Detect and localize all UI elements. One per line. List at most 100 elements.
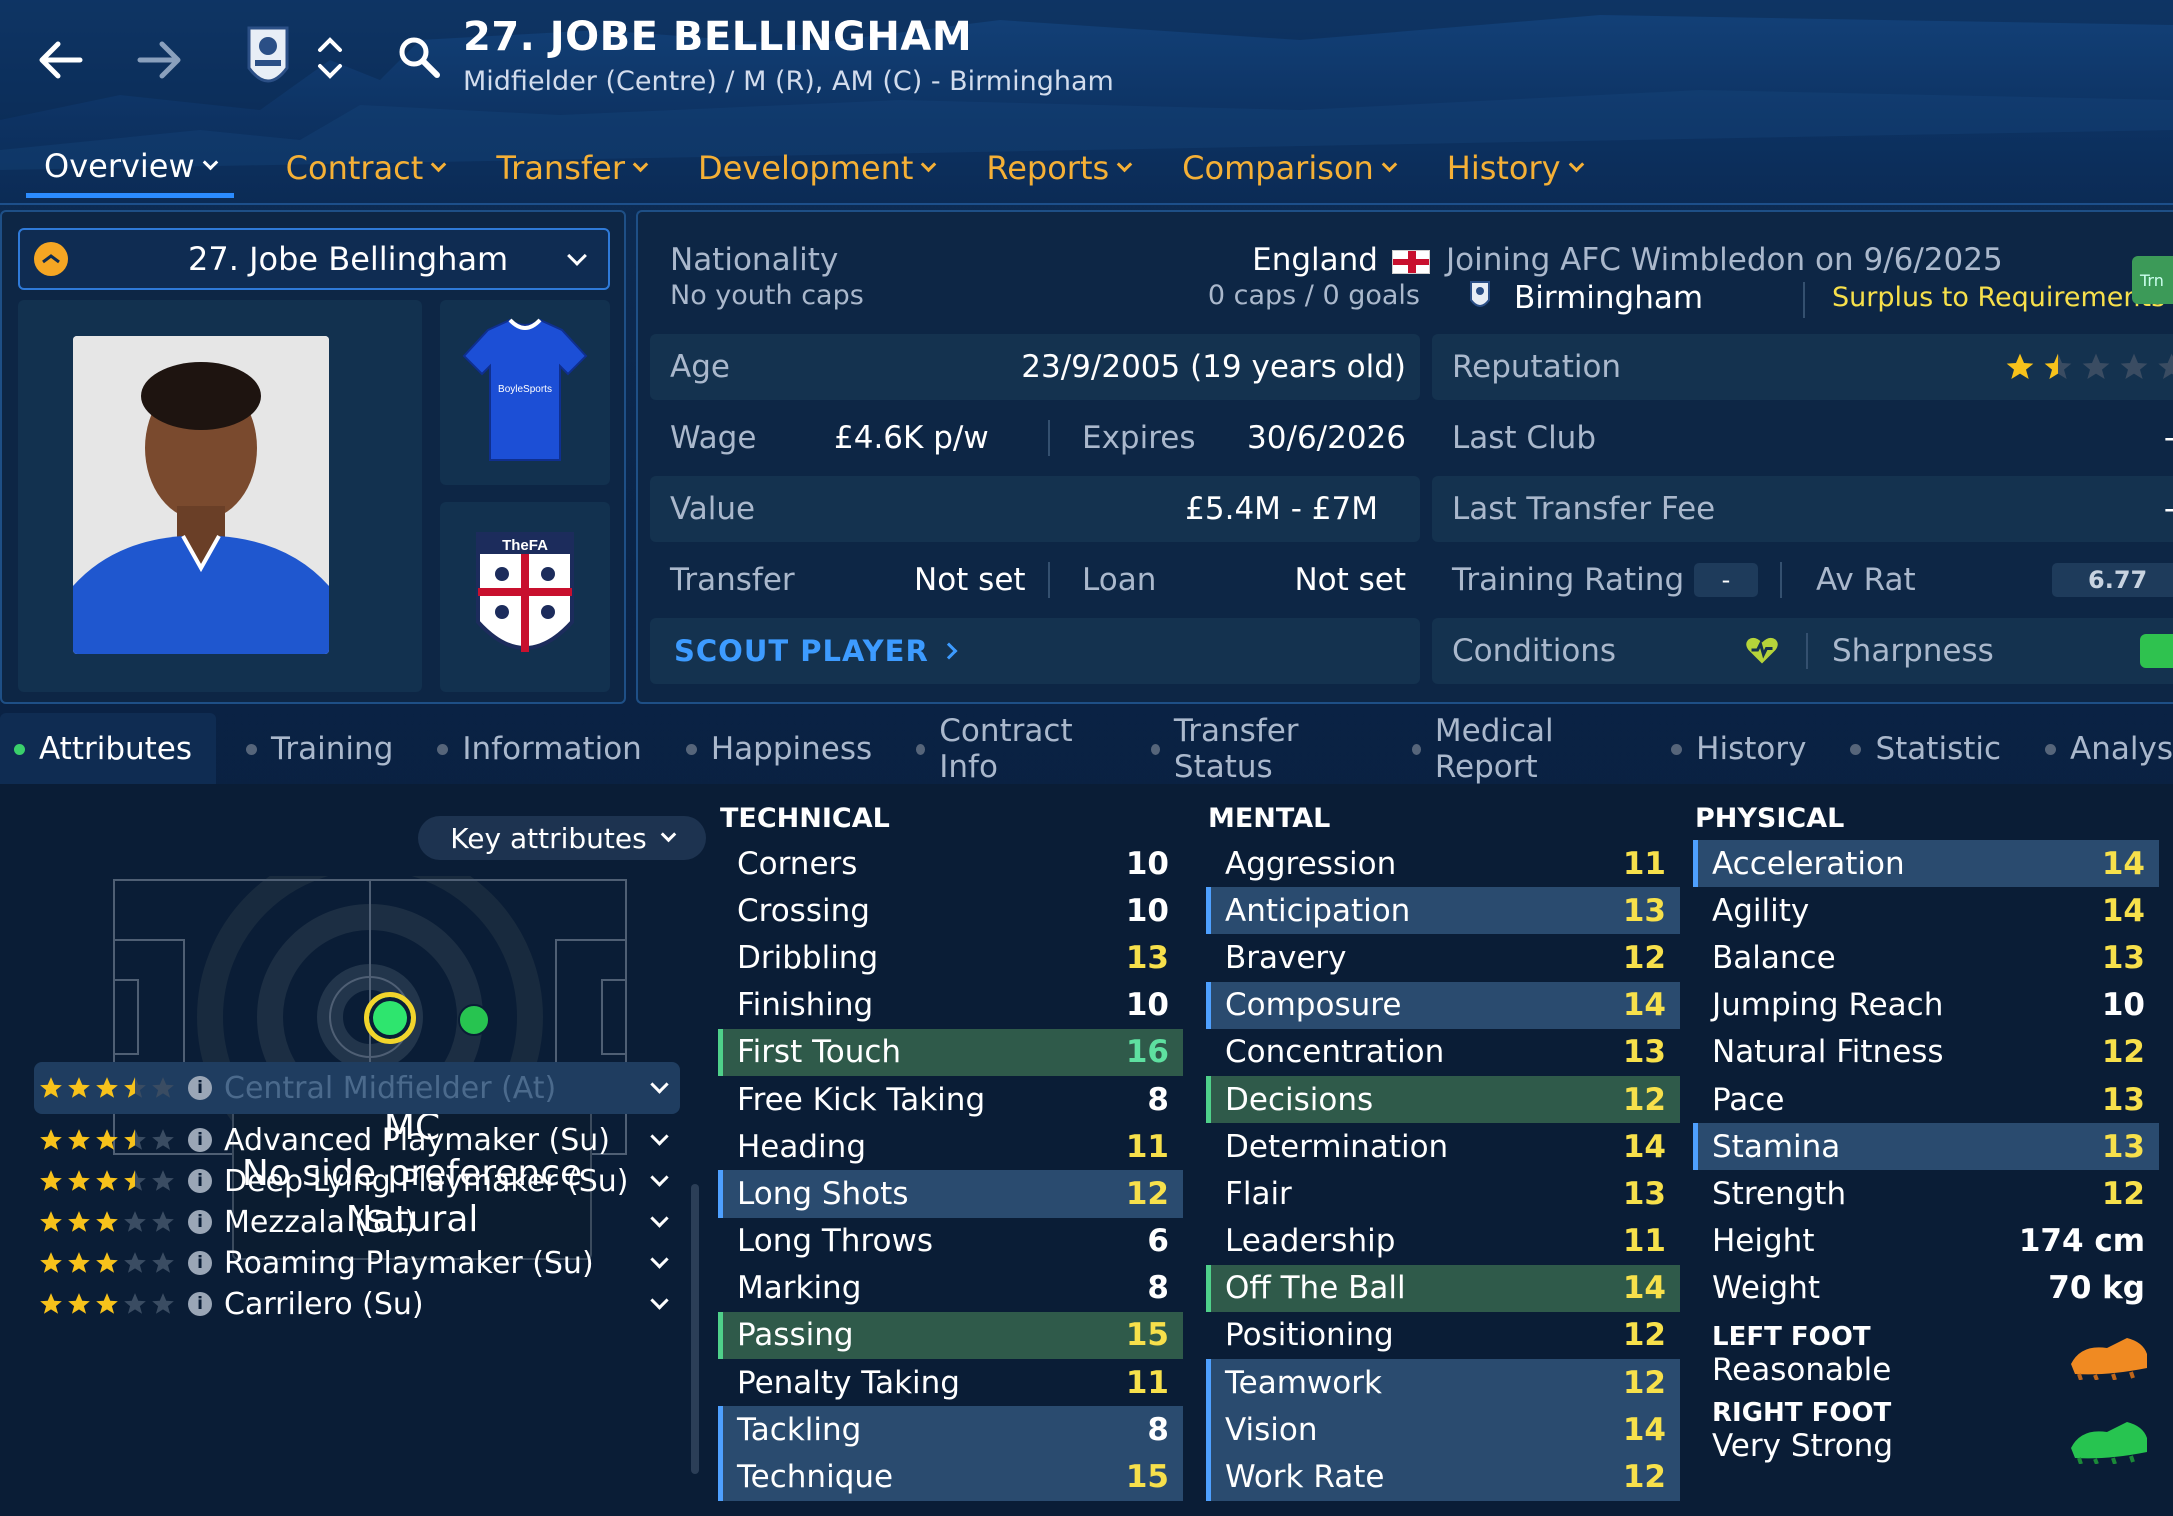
attribute-row[interactable]: Off The Ball 14 xyxy=(1206,1264,1680,1312)
attribute-row[interactable]: Free Kick Taking 8 xyxy=(718,1076,1183,1123)
up-down-chevron-icon[interactable] xyxy=(310,26,350,90)
subtab-transfer-status[interactable]: Transfer Status xyxy=(1150,713,1368,785)
tab-comparison[interactable]: Comparison xyxy=(1182,138,1398,198)
player-photo xyxy=(73,336,329,654)
attribute-row[interactable]: Natural Fitness 12 xyxy=(1693,1029,2159,1076)
attribute-row[interactable]: Jumping Reach 10 xyxy=(1693,982,2159,1029)
subtab-statistic[interactable]: Statistic xyxy=(1850,731,2001,767)
forward-arrow-icon[interactable] xyxy=(130,30,190,90)
player-card: 27. Jobe Bellingham BoyleSports TheFA xyxy=(0,210,626,704)
attribute-row[interactable]: Aggression 11 xyxy=(1206,840,1680,887)
attribute-row[interactable]: Corners 10 xyxy=(718,840,1183,887)
attribute-row[interactable]: Long Shots 12 xyxy=(718,1170,1183,1218)
attribute-row[interactable]: Work Rate 12 xyxy=(1206,1453,1680,1501)
info-icon[interactable]: i xyxy=(188,1292,212,1316)
attribute-row[interactable]: Long Throws 6 xyxy=(718,1218,1183,1265)
scout-row[interactable]: SCOUT PLAYER xyxy=(650,618,1420,684)
subtab-training[interactable]: Training xyxy=(246,731,393,767)
attribute-row[interactable]: Agility 14 xyxy=(1693,887,2159,934)
info-icon[interactable]: i xyxy=(188,1076,212,1100)
attribute-row[interactable]: Balance 13 xyxy=(1693,934,2159,981)
subtab-attributes[interactable]: Attributes xyxy=(0,713,217,785)
subtab-happiness[interactable]: Happiness xyxy=(685,731,872,767)
tab-overview[interactable]: Overview xyxy=(26,138,234,198)
attribute-row[interactable]: Pace 13 xyxy=(1693,1076,2159,1123)
star-icon xyxy=(40,1170,62,1191)
tab-reports[interactable]: Reports xyxy=(986,138,1133,198)
attribute-row[interactable]: Composure 14 xyxy=(1206,981,1680,1029)
attribute-row[interactable]: Flair 13 xyxy=(1206,1170,1680,1217)
tab-contract[interactable]: Contract xyxy=(286,138,447,198)
tab-history[interactable]: History xyxy=(1447,138,1584,198)
search-icon[interactable] xyxy=(392,30,446,84)
attribute-name: First Touch xyxy=(737,1034,902,1071)
subtab-analysis[interactable]: Analys xyxy=(2045,731,2173,767)
attribute-row[interactable]: Strength 12 xyxy=(1693,1170,2159,1217)
attribute-value: 15 xyxy=(1125,1459,1169,1496)
attribute-row[interactable]: Passing 15 xyxy=(718,1311,1183,1360)
chevron-down-icon[interactable] xyxy=(650,1291,669,1310)
club-crest-icon[interactable] xyxy=(238,16,298,100)
attribute-value: 11 xyxy=(1125,1364,1169,1401)
attribute-row[interactable]: Anticipation 13 xyxy=(1206,887,1680,935)
attribute-row[interactable]: Decisions 12 xyxy=(1206,1075,1680,1124)
attribute-value: 10 xyxy=(1125,987,1169,1024)
info-icon[interactable]: i xyxy=(188,1251,212,1275)
role-row[interactable]: i Carrilero (Su) xyxy=(34,1278,680,1330)
info-icon[interactable]: i xyxy=(188,1169,212,1193)
roles-scrollbar[interactable] xyxy=(691,1184,699,1474)
attribute-row[interactable]: Technique 15 xyxy=(718,1453,1183,1501)
current-club[interactable]: Birmingham xyxy=(1514,280,1703,316)
attribute-row[interactable]: Stamina 13 xyxy=(1693,1123,2159,1171)
chevron-down-icon[interactable] xyxy=(650,1168,669,1187)
attribute-row[interactable]: Finishing 10 xyxy=(718,982,1183,1029)
position-mc-marker[interactable] xyxy=(364,992,416,1044)
reputation-label: Reputation xyxy=(1452,349,1622,385)
attribute-name: Technique xyxy=(737,1459,894,1496)
attribute-row[interactable]: Determination 14 xyxy=(1206,1123,1680,1170)
attribute-row[interactable]: Dribbling 13 xyxy=(718,934,1183,981)
attribute-row[interactable]: Marking 8 xyxy=(718,1265,1183,1312)
key-attributes-dropdown[interactable]: Key attributes xyxy=(418,816,706,860)
attribute-row[interactable]: Heading 11 xyxy=(718,1123,1183,1170)
attribute-row[interactable]: Concentration 13 xyxy=(1206,1029,1680,1076)
chevron-down-icon[interactable] xyxy=(650,1209,669,1228)
attribute-row[interactable]: First Touch 16 xyxy=(718,1028,1183,1076)
player-selector[interactable]: 27. Jobe Bellingham xyxy=(18,228,610,290)
info-icon[interactable]: i xyxy=(188,1128,212,1152)
last-club-label: Last Club xyxy=(1452,420,1597,456)
attribute-row[interactable]: Tackling 8 xyxy=(718,1406,1183,1454)
chevron-down-icon[interactable] xyxy=(650,1075,669,1094)
attribute-row[interactable]: Penalty Taking 11 xyxy=(718,1359,1183,1406)
position-mr-marker[interactable] xyxy=(458,1004,490,1036)
attribute-value: 6 xyxy=(1147,1223,1169,1260)
subtab-contract-info[interactable]: Contract Info xyxy=(916,713,1107,785)
attribute-row[interactable]: Height 174 cm xyxy=(1693,1218,2159,1265)
chevron-down-icon[interactable] xyxy=(650,1127,669,1146)
empty-star-icon xyxy=(2158,353,2173,379)
age-value: 23/9/2005 (19 years old) xyxy=(1021,349,1406,385)
role-rating xyxy=(38,1250,176,1276)
back-arrow-icon[interactable] xyxy=(30,30,90,90)
star-icon xyxy=(96,1129,118,1150)
role-row[interactable]: i Central Midfielder (At) xyxy=(34,1062,680,1114)
subtab-history[interactable]: History xyxy=(1671,731,1806,767)
tab-transfer[interactable]: Transfer xyxy=(496,138,649,198)
attribute-row[interactable]: Bravery 12 xyxy=(1206,934,1680,981)
attribute-row[interactable]: Crossing 10 xyxy=(718,887,1183,934)
attribute-row[interactable]: Acceleration 14 xyxy=(1693,840,2159,888)
chevron-down-icon[interactable] xyxy=(650,1250,669,1269)
attribute-row[interactable]: Teamwork 12 xyxy=(1206,1359,1680,1407)
subtab-information[interactable]: Information xyxy=(437,731,642,767)
info-icon[interactable]: i xyxy=(188,1210,212,1234)
chevron-down-icon xyxy=(1381,156,1398,173)
tab-development[interactable]: Development xyxy=(698,138,937,198)
attribute-row[interactable]: Leadership 11 xyxy=(1206,1218,1680,1265)
attribute-row[interactable]: Positioning 12 xyxy=(1206,1312,1680,1359)
physical-list: Acceleration 14 Agility 14 Balance 13 Jumping … xyxy=(1693,840,2159,1312)
attribute-name: Concentration xyxy=(1225,1034,1445,1071)
attribute-row[interactable]: Weight 70 kg xyxy=(1693,1265,2159,1312)
attribute-row[interactable]: Vision 14 xyxy=(1206,1406,1680,1454)
subtab-medical-report[interactable]: Medical Report xyxy=(1411,713,1627,785)
scout-player-link[interactable]: SCOUT PLAYER xyxy=(674,634,929,668)
